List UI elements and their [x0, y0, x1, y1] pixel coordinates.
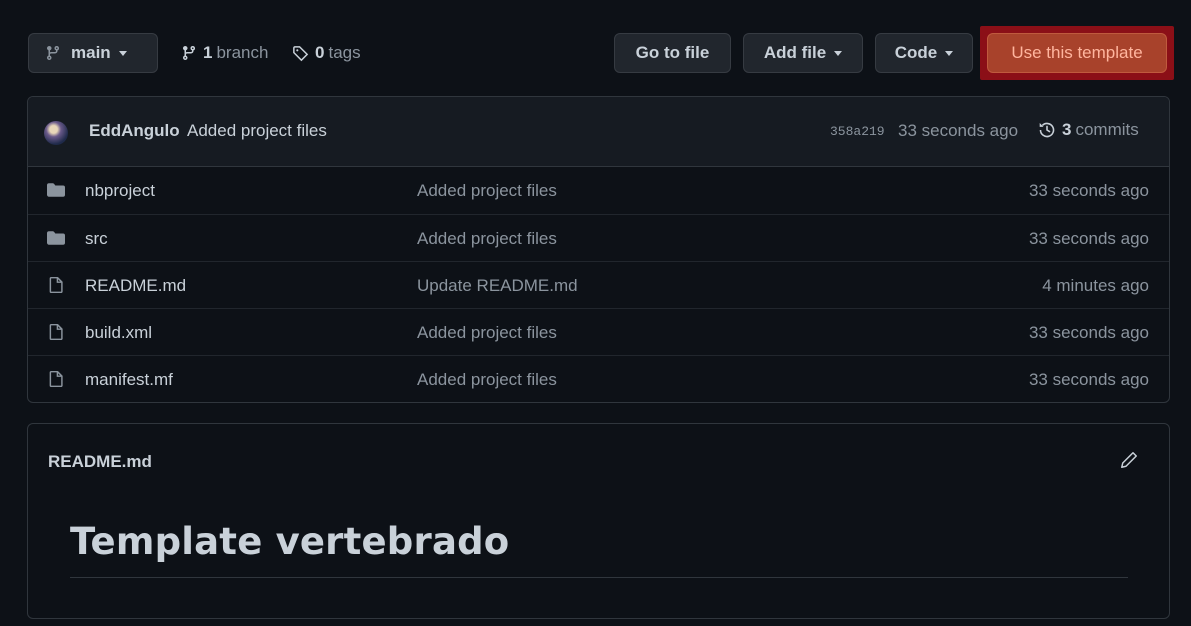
file-commit-message[interactable]: Added project files [417, 229, 557, 249]
chevron-down-icon [118, 50, 127, 56]
file-commit-time: 33 seconds ago [1028, 181, 1149, 200]
file-name[interactable]: src [85, 229, 108, 249]
commit-sha[interactable]: 358a219 [830, 124, 885, 139]
file-commit-message[interactable]: Added project files [417, 370, 557, 390]
file-row[interactable]: nbproject Added project files 33 seconds a… [28, 167, 1169, 214]
readme-panel: README.md Template vertebrado [27, 423, 1170, 619]
branches-count: 1 [203, 43, 213, 62]
git-branch-icon [182, 46, 195, 61]
commits-history-link[interactable]: 3 commits [1038, 120, 1139, 140]
readme-title[interactable]: README.md [48, 452, 152, 472]
file-icon [47, 323, 65, 341]
commits-word: commits [1075, 120, 1139, 139]
file-commit-message[interactable]: Update README.md [417, 276, 578, 296]
branches-word: branch [216, 43, 269, 62]
file-list: nbproject Added project files 33 seconds a… [28, 167, 1169, 402]
file-icon [47, 370, 65, 388]
add-file-label: Add file [763, 43, 827, 62]
file-commit-message[interactable]: Added project files [417, 181, 557, 201]
commit-time: 33 seconds ago [898, 121, 1019, 140]
git-branch-icon [46, 46, 59, 61]
file-name[interactable]: manifest.mf [85, 370, 173, 390]
file-icon [47, 276, 65, 294]
commit-author[interactable]: EddAngulo [89, 121, 180, 141]
branches-link[interactable]: 1 branch [181, 33, 268, 73]
tag-icon [293, 45, 309, 61]
file-row[interactable]: build.xml Added project files 33 seconds a… [28, 308, 1169, 355]
chevron-down-icon [834, 50, 843, 56]
file-name[interactable]: nbproject [85, 181, 155, 201]
file-row[interactable]: README.md Update README.md 4 minutes ago [28, 261, 1169, 308]
file-commit-time: 33 seconds ago [1028, 229, 1149, 248]
template-highlight: Use this template [980, 26, 1174, 80]
repo-toolbar: main 1 branch 0 tags Go to file Add file… [19, 26, 1174, 80]
file-commit-time: 4 minutes ago [1042, 276, 1149, 295]
file-commit-time: 33 seconds ago [1028, 370, 1149, 389]
tags-word: tags [328, 43, 361, 62]
file-commit-time: 33 seconds ago [1028, 323, 1149, 342]
file-row[interactable]: src Added project files 33 seconds ago [28, 214, 1169, 261]
latest-commit-bar: EddAngulo Added project files 358a219 33… [28, 97, 1169, 167]
use-this-template-button[interactable]: Use this template [987, 33, 1167, 73]
file-commit-message[interactable]: Added project files [417, 323, 557, 343]
tags-link[interactable]: 0 tags [292, 33, 361, 73]
code-button[interactable]: Code [875, 33, 973, 73]
file-name[interactable]: build.xml [85, 323, 152, 343]
avatar[interactable] [44, 121, 68, 145]
tags-count: 0 [315, 43, 325, 62]
add-file-button[interactable]: Add file [743, 33, 863, 73]
code-label: Code [894, 43, 938, 62]
commits-count: 3 [1062, 120, 1072, 139]
go-to-file-button[interactable]: Go to file [614, 33, 731, 73]
pencil-icon[interactable] [1119, 450, 1139, 470]
readme-heading: Template vertebrado [70, 520, 1128, 578]
chevron-down-icon [945, 50, 954, 56]
history-icon [1039, 122, 1055, 138]
folder-icon [47, 229, 65, 247]
file-browser: EddAngulo Added project files 358a219 33… [27, 96, 1170, 403]
commit-message[interactable]: Added project files [187, 121, 327, 141]
branch-select-button[interactable]: main [28, 33, 158, 73]
file-row[interactable]: manifest.mf Added project files 33 seconds… [28, 355, 1169, 402]
file-name[interactable]: README.md [85, 276, 186, 296]
folder-icon [47, 181, 65, 199]
branch-name: main [71, 43, 111, 62]
